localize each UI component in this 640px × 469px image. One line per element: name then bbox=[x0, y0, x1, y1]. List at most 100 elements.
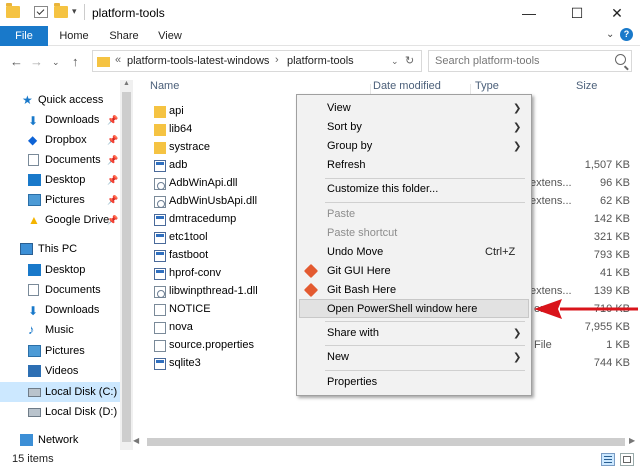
menu-item-open-powershell[interactable]: Open PowerShell window here bbox=[299, 299, 529, 318]
column-type[interactable]: Type bbox=[475, 80, 499, 92]
details-view-icon[interactable] bbox=[601, 453, 615, 466]
desktop-icon bbox=[28, 174, 41, 186]
menu-item-undo-move[interactable]: Undo Move Ctrl+Z bbox=[299, 243, 529, 262]
menu-label: Refresh bbox=[327, 159, 366, 171]
network-icon bbox=[20, 434, 33, 446]
menu-label: Properties bbox=[327, 376, 378, 388]
tab-share[interactable]: Share bbox=[104, 26, 144, 46]
minimize-icon[interactable]: — bbox=[506, 0, 552, 26]
recent-locations-icon[interactable]: ⌄ bbox=[52, 57, 60, 68]
refresh-icon[interactable]: ↻ bbox=[405, 54, 414, 67]
expand-ribbon-icon[interactable]: ⌄ bbox=[606, 29, 614, 40]
context-menu: View ❯ Sort by ❯ Group by ❯ Refresh Cust… bbox=[296, 94, 532, 396]
menu-item-git-gui-here[interactable]: Git GUI Here bbox=[299, 262, 529, 281]
menu-item-sort-by[interactable]: Sort by ❯ bbox=[299, 118, 529, 137]
nav-google-drive[interactable]: ▲ Google Drive 📌 bbox=[0, 210, 120, 230]
file-size: 142 KB bbox=[593, 213, 630, 225]
nav-pc-music[interactable]: ♪ Music bbox=[0, 320, 120, 340]
forward-icon[interactable]: → bbox=[30, 54, 43, 69]
breadcrumb-overflow[interactable]: « bbox=[115, 54, 121, 66]
breadcrumb-separator-icon[interactable]: › bbox=[275, 54, 279, 66]
tab-view[interactable]: View bbox=[152, 26, 188, 46]
menu-item-share-with[interactable]: Share with ❯ bbox=[299, 324, 529, 343]
menu-item-group-by[interactable]: Group by ❯ bbox=[299, 137, 529, 156]
nav-this-pc[interactable]: This PC bbox=[0, 239, 120, 259]
horizontal-scrollbar[interactable]: ◀ ▶ bbox=[133, 436, 640, 448]
nav-scrollbar[interactable]: ▲ bbox=[120, 80, 133, 450]
file-size: 96 KB bbox=[600, 177, 630, 189]
tab-home[interactable]: Home bbox=[54, 26, 94, 46]
scrollbar-thumb[interactable] bbox=[147, 438, 625, 446]
dll-icon bbox=[154, 196, 166, 208]
column-date-modified[interactable]: Date modified bbox=[373, 80, 441, 92]
file-name: libwinpthread-1.dll bbox=[169, 285, 258, 297]
nav-desktop[interactable]: Desktop 📌 bbox=[0, 170, 120, 190]
menu-item-git-bash-here[interactable]: Git Bash Here bbox=[299, 281, 529, 300]
help-icon[interactable]: ? bbox=[620, 28, 633, 41]
up-icon[interactable]: ↑ bbox=[72, 54, 79, 69]
nav-label: Google Drive bbox=[45, 214, 110, 226]
search-input[interactable]: Search platform-tools bbox=[428, 50, 632, 72]
nav-label: Desktop bbox=[45, 174, 86, 186]
scrollbar-thumb[interactable] bbox=[122, 92, 131, 442]
breadcrumb-platform-tools[interactable]: platform-tools bbox=[287, 55, 354, 67]
scroll-right-icon[interactable]: ▶ bbox=[629, 436, 635, 445]
nav-pc-documents[interactable]: Documents bbox=[0, 280, 120, 300]
customize-quick-access-icon[interactable]: ▾ bbox=[72, 6, 77, 17]
breadcrumb-platform-tools-latest-windows[interactable]: platform-tools-latest-windows bbox=[127, 55, 269, 67]
menu-item-customize-folder[interactable]: Customize this folder... bbox=[299, 180, 529, 199]
nav-pc-desktop[interactable]: Desktop bbox=[0, 260, 120, 280]
menu-label: Git GUI Here bbox=[327, 265, 391, 277]
nav-downloads[interactable]: ⬇ Downloads 📌 bbox=[0, 110, 120, 130]
menu-label: Sort by bbox=[327, 121, 362, 133]
nav-local-disk-d[interactable]: Local Disk (D:) bbox=[0, 402, 120, 422]
menu-item-properties[interactable]: Properties bbox=[299, 373, 529, 392]
close-icon[interactable]: ✕ bbox=[594, 0, 640, 26]
column-name[interactable]: Name bbox=[150, 80, 179, 92]
menu-item-view[interactable]: View ❯ bbox=[299, 99, 529, 118]
menu-item-new[interactable]: New ❯ bbox=[299, 348, 529, 367]
nav-quick-access[interactable]: ★ Quick access bbox=[0, 90, 120, 110]
nav-pc-downloads[interactable]: ⬇ Downloads bbox=[0, 300, 120, 320]
address-dropdown-icon[interactable]: ⌄ bbox=[391, 56, 399, 67]
scroll-up-icon[interactable]: ▲ bbox=[123, 80, 130, 87]
nav-pictures[interactable]: Pictures 📌 bbox=[0, 190, 120, 210]
menu-separator bbox=[325, 370, 525, 371]
nav-dropbox[interactable]: ◆ Dropbox 📌 bbox=[0, 130, 120, 150]
nav-local-disk-c[interactable]: Local Disk (C:) bbox=[0, 382, 120, 402]
nav-documents[interactable]: Documents 📌 bbox=[0, 150, 120, 170]
file-size: 1,507 KB bbox=[584, 159, 630, 171]
tab-file[interactable]: File bbox=[0, 26, 48, 46]
music-icon: ♪ bbox=[28, 322, 35, 337]
menu-item-paste-shortcut[interactable]: Paste shortcut bbox=[299, 224, 529, 243]
menu-item-refresh[interactable]: Refresh bbox=[299, 156, 529, 175]
application-icon bbox=[154, 358, 166, 370]
back-icon[interactable]: ← bbox=[10, 54, 23, 69]
menu-label: Git Bash Here bbox=[327, 284, 397, 296]
properties-icon[interactable] bbox=[34, 6, 48, 18]
desktop-icon bbox=[28, 264, 41, 276]
nav-pc-pictures[interactable]: Pictures bbox=[0, 341, 120, 361]
scroll-left-icon[interactable]: ◀ bbox=[133, 436, 139, 445]
menu-label: New bbox=[327, 351, 350, 363]
item-count: 15 items bbox=[12, 453, 54, 465]
nav-network[interactable]: Network bbox=[0, 430, 120, 450]
window-title: platform-tools bbox=[92, 6, 165, 20]
file-name: NOTICE bbox=[169, 303, 211, 315]
nav-pc-videos[interactable]: Videos bbox=[0, 361, 120, 381]
address-bar[interactable]: « platform-tools-latest-windows › platfo… bbox=[92, 50, 422, 72]
file-icon bbox=[154, 340, 166, 352]
annotation-arrow-icon bbox=[534, 299, 638, 319]
git-icon bbox=[303, 282, 319, 298]
file-name: sqlite3 bbox=[169, 357, 201, 369]
menu-separator bbox=[325, 345, 525, 346]
file-name: fastboot bbox=[169, 249, 209, 261]
large-icons-view-icon[interactable] bbox=[620, 453, 634, 466]
menu-label: Group by bbox=[327, 140, 373, 152]
menu-item-paste[interactable]: Paste bbox=[299, 205, 529, 224]
drive-icon bbox=[28, 408, 41, 417]
pin-icon: 📌 bbox=[107, 175, 119, 185]
new-folder-icon[interactable] bbox=[54, 3, 68, 18]
column-size[interactable]: Size bbox=[576, 80, 597, 92]
menu-label: Share with bbox=[327, 327, 379, 339]
